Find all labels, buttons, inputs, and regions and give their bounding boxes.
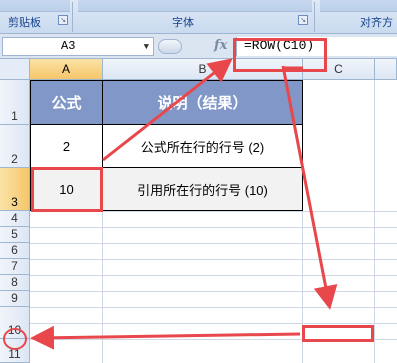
- annotation-arrows: [30, 58, 338, 350]
- arrow-a3-to-formula: [102, 58, 233, 162]
- arrow-formula-to-c10: [281, 65, 338, 310]
- arrow-c10-to-row-10: [30, 325, 301, 350]
